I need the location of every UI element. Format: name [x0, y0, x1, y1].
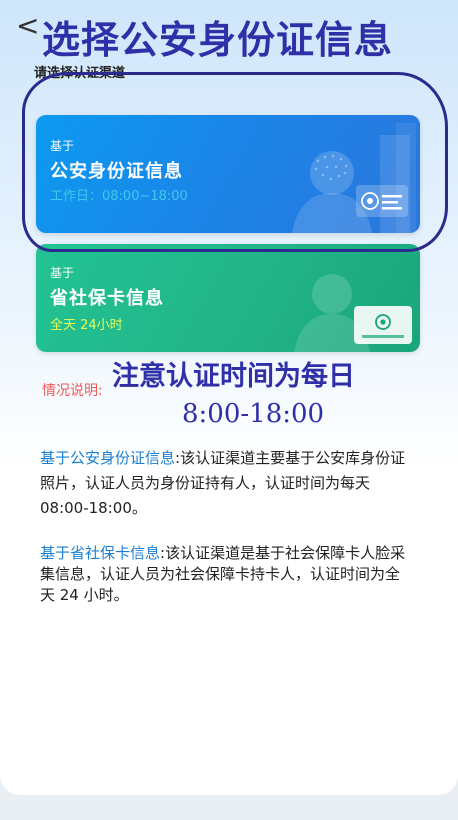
- app-screen: < 选择公安身份证信息 请选择认证渠道 基于 公安身份证信息 工作日：08:00…: [0, 0, 458, 795]
- page-subtitle: 请选择认证渠道: [34, 66, 126, 81]
- description-highlight: 基于省社保卡信息: [40, 544, 161, 562]
- card-hours: 全天 24小时: [50, 318, 123, 333]
- card-prefix: 基于: [50, 139, 75, 153]
- card-prefix: 基于: [50, 266, 75, 280]
- card-title: 省社保卡信息: [50, 288, 164, 309]
- description-highlight: 基于公安身份证信息: [40, 449, 176, 467]
- chevron-left-icon: <: [16, 9, 40, 42]
- bottom-strip: [0, 795, 458, 820]
- card-title: 公安身份证信息: [50, 161, 183, 182]
- handwritten-note-line2: 8:00-18:00: [182, 399, 325, 429]
- face-id-illustration-icon: [292, 123, 416, 233]
- channel-card-police-id[interactable]: 基于 公安身份证信息 工作日：08:00~18:00: [36, 115, 420, 233]
- description-social-security: 基于省社保卡信息:该认证渠道是基于社会保障卡人脸采集信息，认证人员为社会保障卡持…: [40, 543, 410, 606]
- card-hours: 工作日：08:00~18:00: [50, 189, 188, 204]
- annotation-title: 选择公安身份证信息: [42, 18, 394, 62]
- channel-card-social-security[interactable]: 基于 省社保卡信息 全天 24小时: [36, 244, 420, 352]
- situation-label: 情况说明:: [42, 383, 103, 399]
- back-button[interactable]: <: [16, 9, 40, 44]
- description-police-id: 基于公安身份证信息:该认证渠道主要基于公安库身份证照片，认证人员为身份证持有人，…: [40, 446, 410, 521]
- handwritten-note-line1: 注意认证时间为每日: [112, 361, 355, 392]
- social-security-card-illustration-icon: [294, 274, 412, 352]
